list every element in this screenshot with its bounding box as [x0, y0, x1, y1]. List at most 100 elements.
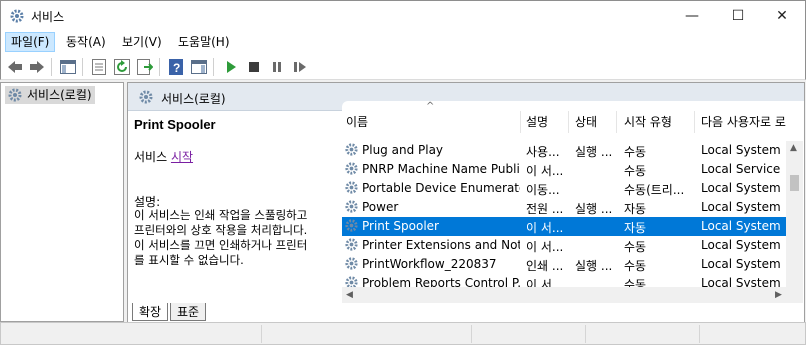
column-description[interactable]: 설명 — [526, 113, 548, 130]
refresh-icon[interactable] — [113, 58, 131, 76]
toolbar: ? — [0, 54, 806, 80]
minimize-button[interactable]: — — [669, 1, 715, 31]
cell-desc: 사용... — [526, 145, 560, 159]
start-service-line: 서비스 시작 — [134, 148, 193, 165]
table-row[interactable]: Power 전원 ... 실행 ... 자동 Local System — [342, 198, 786, 217]
table-row[interactable]: PrintWorkflow_220837 인쇄 ... 실행 ... 수동 Local … — [342, 255, 786, 274]
close-icon: ✕ — [776, 8, 788, 24]
tree-item-services-local[interactable]: 서비스(로컬) — [5, 86, 95, 104]
main-header-title: 서비스(로컬) — [161, 92, 226, 106]
toolbar-separator — [159, 58, 160, 76]
column-divider[interactable] — [568, 111, 569, 133]
status-divider — [471, 325, 472, 343]
cell-logon: Local System — [701, 181, 781, 195]
window-title: 서비스 — [31, 10, 65, 24]
column-header: ^ 이름 설명 상태 시작 유형 다음 사용자로 로 — [342, 101, 800, 141]
service-gear-icon — [344, 180, 359, 198]
cell-status: 실행 ... — [575, 259, 613, 273]
minimize-icon: — — [685, 8, 699, 24]
cell-startup: 자동 — [624, 221, 647, 235]
show-action-pane-icon[interactable] — [190, 58, 208, 76]
cell-desc: 이동... — [526, 183, 560, 197]
cell-startup: 자동 — [624, 202, 647, 216]
cell-startup: 수동 — [624, 164, 647, 178]
start-service-link[interactable]: 시작 — [171, 150, 193, 164]
table-row[interactable]: Print Spooler 이 서... 자동 Local System — [342, 217, 786, 236]
description-line: 프린터와의 상호 작용을 처리합니다. — [134, 223, 308, 237]
table-row[interactable]: Plug and Play 사용... 실행 ... 수동 Local System — [342, 141, 786, 160]
horizontal-scrollbar[interactable]: ◀ ▶ — [342, 287, 803, 304]
tab-standard[interactable]: 표준 — [170, 303, 207, 321]
column-name[interactable]: 이름 — [346, 113, 368, 130]
show-hide-tree-icon[interactable] — [59, 58, 77, 76]
column-startup-type[interactable]: 시작 유형 — [624, 113, 672, 130]
cell-name: Printer Extensions and Noti... — [362, 238, 520, 252]
status-divider — [699, 325, 700, 343]
resume-service-icon[interactable] — [291, 58, 309, 76]
start-service-icon[interactable] — [222, 58, 240, 76]
cell-name: PrintWorkflow_220837 — [362, 257, 497, 271]
description-pane: Print Spooler 서비스 시작 설명: 이 서비스는 인쇄 작업을 스… — [134, 117, 334, 297]
cell-status: 실행 ... — [575, 145, 613, 159]
column-log-on-as[interactable]: 다음 사용자로 로 — [701, 113, 786, 130]
status-bar — [0, 322, 806, 345]
scroll-left-icon[interactable]: ◀ — [346, 290, 353, 300]
menu-view[interactable]: 보기(V) — [117, 32, 167, 52]
help-icon[interactable]: ? — [167, 58, 185, 76]
services-gear-icon — [9, 8, 25, 24]
cell-startup: 수동(트리... — [624, 183, 685, 197]
description-text: 이 서비스는 인쇄 작업을 스풀링하고 프린터와의 상호 작용을 처리합니다. … — [134, 208, 334, 268]
close-button[interactable]: ✕ — [759, 1, 805, 31]
cell-desc: 이 서... — [526, 240, 564, 254]
cell-desc: 전원 ... — [526, 202, 564, 216]
pause-service-icon[interactable] — [268, 58, 286, 76]
status-divider — [261, 325, 262, 343]
table-row[interactable]: PNRP Machine Name Publi... 이 서... 수동 Local … — [342, 160, 786, 179]
toolbar-separator — [213, 58, 214, 76]
toolbar-separator — [51, 58, 52, 76]
back-arrow-icon[interactable] — [6, 58, 24, 76]
cell-logon: Local Service — [701, 162, 781, 176]
column-divider[interactable] — [694, 111, 695, 133]
cell-name: Plug and Play — [362, 143, 444, 157]
cell-logon: Local System — [701, 238, 781, 252]
forward-arrow-icon[interactable] — [28, 58, 46, 76]
view-tabs: 확장 표준 — [128, 303, 804, 323]
services-gear-icon — [7, 87, 23, 108]
service-gear-icon — [344, 142, 359, 160]
table-row[interactable]: Printer Extensions and Noti... 이 서... 수동 Lo… — [342, 236, 786, 255]
service-gear-icon — [344, 199, 359, 217]
column-divider[interactable] — [520, 111, 521, 133]
description-line: 를 표시할 수 없습니다. — [134, 253, 244, 267]
cell-name: Print Spooler — [362, 219, 439, 233]
export-list-icon[interactable] — [136, 58, 154, 76]
cell-logon: Local System — [701, 219, 781, 233]
service-gear-icon — [344, 161, 359, 179]
maximize-button[interactable]: ☐ — [715, 1, 761, 31]
cell-name: PNRP Machine Name Publi... — [362, 162, 520, 176]
cell-startup: 수동 — [624, 240, 647, 254]
scroll-right-icon[interactable]: ▶ — [775, 290, 782, 300]
menu-action[interactable]: 동작(A) — [61, 32, 111, 52]
menu-file[interactable]: 파일(F) — [5, 32, 56, 52]
column-divider[interactable] — [616, 111, 617, 133]
cell-desc: 이 서... — [526, 164, 564, 178]
title-bar: 서비스 — ☐ ✕ — [0, 0, 806, 30]
sort-ascending-icon: ^ — [426, 101, 435, 112]
menu-bar: 파일(F) 동작(A) 보기(V) 도움말(H) — [0, 30, 806, 54]
stop-service-icon[interactable] — [245, 58, 263, 76]
service-gear-icon — [344, 218, 359, 236]
services-gear-icon — [138, 89, 154, 108]
cell-logon: Local System — [701, 200, 781, 214]
vertical-scroll-thumb[interactable] — [790, 175, 799, 191]
cell-name: Power — [362, 200, 399, 214]
properties-icon[interactable] — [90, 58, 108, 76]
tab-extended[interactable]: 확장 — [132, 303, 169, 321]
toolbar-separator — [82, 58, 83, 76]
column-status[interactable]: 상태 — [575, 113, 597, 130]
vertical-scrollbar[interactable]: ▲ — [786, 141, 803, 287]
scroll-up-icon[interactable]: ▲ — [790, 143, 797, 153]
menu-help[interactable]: 도움말(H) — [173, 32, 235, 52]
table-row[interactable]: Portable Device Enumerato... 이동... 수동(트리..… — [342, 179, 786, 198]
maximize-icon: ☐ — [731, 8, 745, 24]
